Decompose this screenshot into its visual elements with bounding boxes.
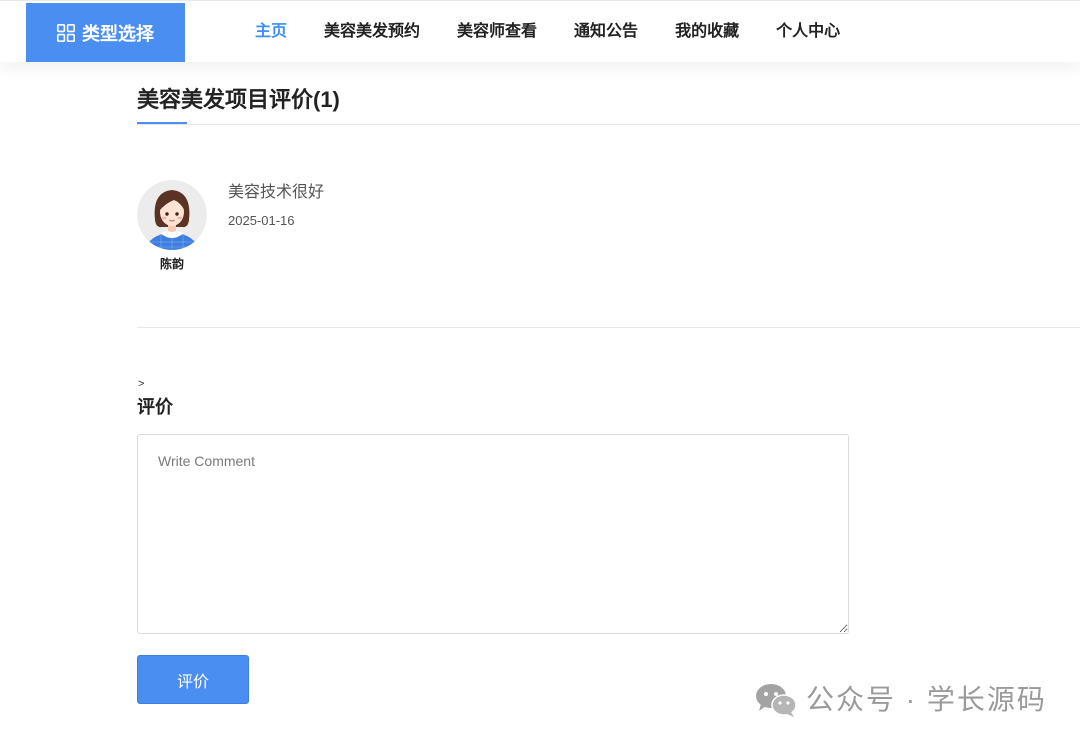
breadcrumb: > — [138, 378, 145, 390]
main-nav: 主页 美容美发预约 美容师查看 通知公告 我的收藏 个人中心 — [255, 1, 840, 63]
nav-item-profile[interactable]: 个人中心 — [776, 22, 840, 42]
review-text: 美容技术很好 — [228, 184, 325, 201]
top-navbar: 类型选择 主页 美容美发预约 美容师查看 通知公告 我的收藏 个人中心 — [0, 0, 1080, 62]
submit-review-button[interactable]: 评价 — [137, 655, 249, 704]
nav-item-home[interactable]: 主页 — [255, 22, 287, 42]
nav-item-notices[interactable]: 通知公告 — [574, 22, 638, 42]
grid-icon — [57, 23, 75, 42]
comment-textarea[interactable] — [137, 434, 849, 634]
review-author: 陈韵 — [159, 257, 184, 271]
female-avatar-icon — [137, 180, 207, 250]
review-date: 2025-01-16 — [228, 213, 295, 228]
section-divider — [137, 327, 1080, 328]
reviews-title: 美容美发项目评价(1) — [137, 87, 340, 112]
watermark-text: 公众号 · 学长源码 — [806, 684, 1047, 715]
category-select-label: 类型选择 — [82, 23, 154, 44]
category-select-button[interactable]: 类型选择 — [26, 3, 185, 62]
title-divider — [137, 124, 1080, 125]
nav-item-appointment[interactable]: 美容美发预约 — [324, 22, 420, 42]
nav-item-stylists[interactable]: 美容师查看 — [457, 22, 537, 42]
watermark: 公众号 · 学长源码 — [755, 683, 1047, 717]
comment-heading: 评价 — [137, 397, 173, 417]
wechat-icon — [755, 683, 797, 717]
nav-item-favorites[interactable]: 我的收藏 — [675, 22, 739, 42]
